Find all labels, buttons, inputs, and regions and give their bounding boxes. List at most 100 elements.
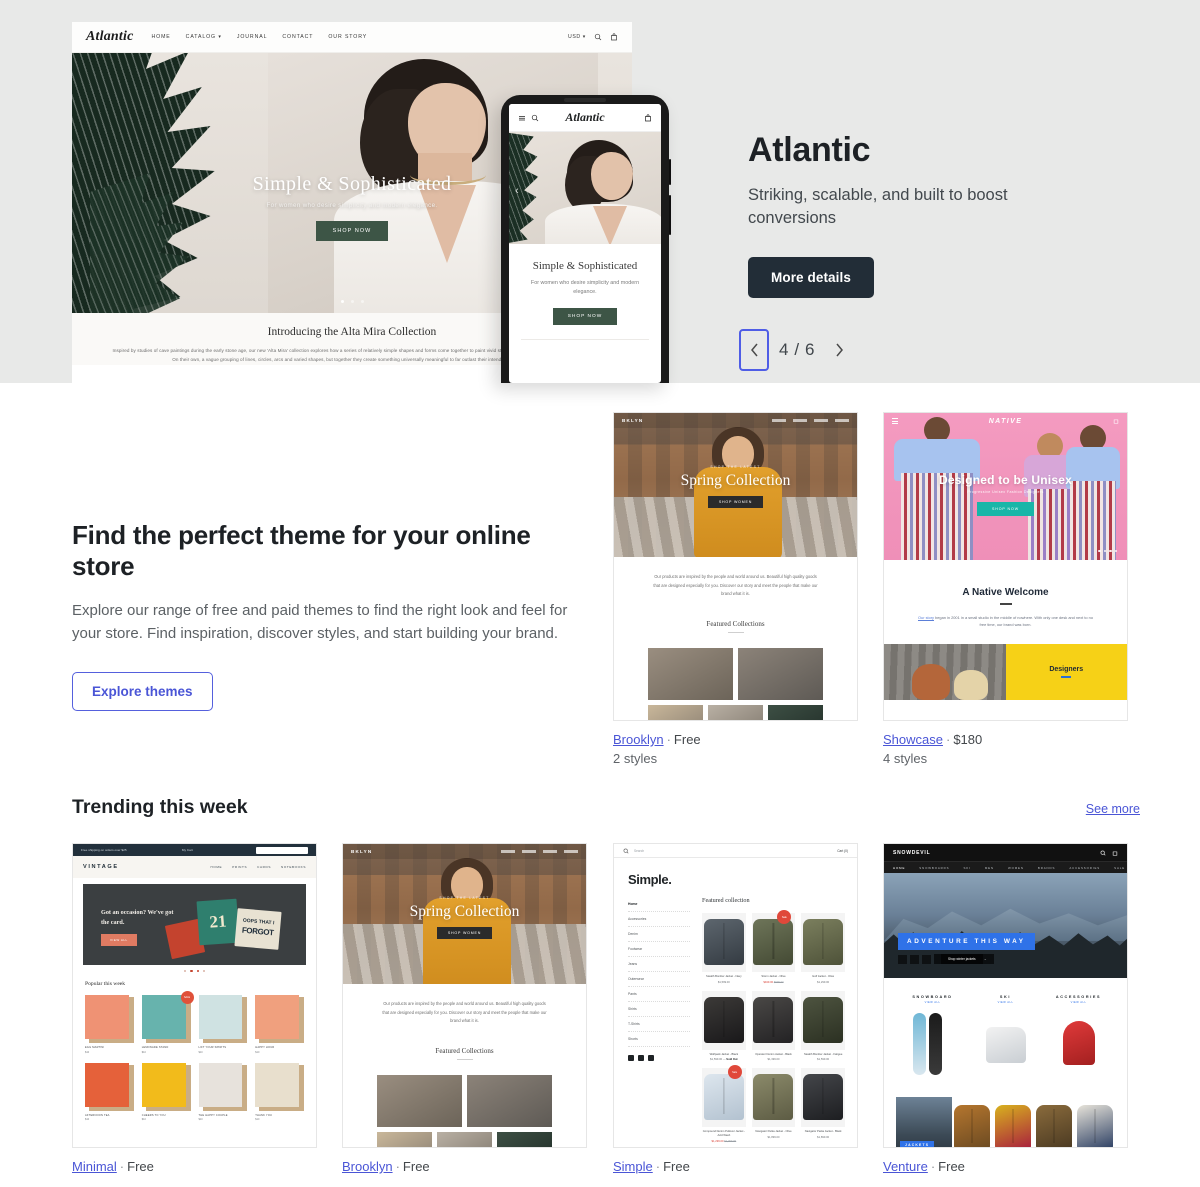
sp-product[interactable]: Operator Denim Jacket - Black $1,399.00 bbox=[751, 990, 796, 1061]
sp-nav-item[interactable]: Denim bbox=[628, 927, 690, 942]
theme-card-brooklyn[interactable]: BKLYN SHOP THE LATEST Spring Collection … bbox=[613, 412, 858, 766]
search-icon[interactable] bbox=[623, 848, 629, 854]
hamburger-icon[interactable] bbox=[518, 114, 526, 122]
vn-next-icon bbox=[922, 954, 931, 964]
sp-nav-item[interactable]: T-Shirts bbox=[628, 1017, 690, 1032]
slide-dot-3[interactable] bbox=[360, 300, 364, 303]
sp-social-icons[interactable] bbox=[628, 1055, 690, 1061]
search-icon[interactable] bbox=[531, 114, 539, 122]
theme-card-showcase[interactable]: NATIVE Designed to be Unisex Progressive… bbox=[883, 412, 1128, 766]
mn-product[interactable]: CHEERS TO YOU $10 bbox=[141, 1062, 191, 1121]
sp-nav-item[interactable]: Home bbox=[628, 897, 690, 912]
sp-product[interactable]: Navigator Parka Jacket - Olive $1,899.00 bbox=[751, 1068, 796, 1143]
theme-preview-brooklyn-trending[interactable]: BKLYN SHOP THE LATEST Spring Collection … bbox=[342, 843, 587, 1148]
explore-themes-button[interactable]: Explore themes bbox=[72, 671, 213, 711]
sp-product[interactable]: Wolfpack Jacket - Black $1,599.00 — Sold … bbox=[702, 990, 746, 1061]
sc-slide-dots[interactable] bbox=[1098, 549, 1117, 552]
theme-card-brooklyn-trending[interactable]: BKLYN SHOP THE LATEST Spring Collection … bbox=[342, 843, 587, 1174]
carousel-next-button[interactable] bbox=[825, 329, 853, 371]
theme-name-link-brooklyn-trending[interactable]: Brooklyn bbox=[342, 1159, 393, 1174]
vn-nav-item[interactable]: HOME bbox=[893, 866, 905, 870]
mn-slide-dots[interactable] bbox=[73, 970, 316, 973]
theme-preview-simple[interactable]: Search Cart (0) Simple. Home Accessories… bbox=[613, 843, 858, 1148]
mobile-shop-now-button[interactable]: SHOP NOW bbox=[552, 308, 618, 326]
vn-nav-item[interactable]: SALE bbox=[1114, 866, 1125, 870]
vn-jackets-promo[interactable]: JACKETS Shop now bbox=[896, 1097, 952, 1147]
vn-category[interactable]: SKI VIEW ALL bbox=[969, 995, 1042, 1075]
vn-category[interactable]: SNOWBOARD VIEW ALL bbox=[896, 995, 969, 1075]
sp-search-placeholder[interactable]: Search bbox=[634, 849, 644, 853]
vn-hero-controls[interactable]: Shop winter jackets → bbox=[898, 954, 994, 964]
slide-dot-2[interactable] bbox=[350, 300, 354, 303]
vn-nav-item[interactable]: BRANDS bbox=[1038, 866, 1055, 870]
vn-sub-cta[interactable]: Shop winter jackets → bbox=[934, 954, 994, 964]
vn-category[interactable]: ACCESSORIES VIEW ALL bbox=[1042, 995, 1115, 1075]
bk-navbar: BKLYN bbox=[614, 413, 857, 428]
sp-product[interactable]: Stealth Bomber Jacket - Navy $1,599.00 bbox=[702, 913, 746, 984]
vn-nav-item[interactable]: SKI bbox=[963, 866, 970, 870]
cart-icon[interactable] bbox=[644, 113, 652, 122]
theme-name-link-showcase[interactable]: Showcase bbox=[883, 732, 943, 747]
sp-product[interactable]: Stealth Bomber Jacket - Fatigue $1,599.00 bbox=[801, 990, 845, 1061]
vn-prev-icon bbox=[910, 954, 919, 964]
vn-nav-item[interactable]: SNOWBOARDS bbox=[919, 866, 949, 870]
theme-styles-brooklyn: 2 styles bbox=[613, 751, 658, 766]
sp-product[interactable]: Sale Compound Denim Pullover Jacket - Aci… bbox=[702, 1065, 746, 1143]
vn-nav-item[interactable]: WOMEN bbox=[1008, 866, 1024, 870]
mn-product[interactable]: LIFT YOUR SPIRITS $10 bbox=[198, 995, 248, 1054]
vn-product[interactable]: Dread JacketFrom $340 bbox=[993, 1097, 1034, 1147]
theme-name-link-venture[interactable]: Venture bbox=[883, 1159, 928, 1174]
bk-cta-button[interactable]: SHOP WOMEN bbox=[707, 496, 764, 508]
mn-product[interactable]: AFTERNOON TEA $10 bbox=[85, 1062, 134, 1121]
theme-card-simple[interactable]: Search Cart (0) Simple. Home Accessories… bbox=[613, 843, 858, 1174]
mn-product[interactable]: EGG MARTINI $10 bbox=[85, 995, 134, 1054]
cart-icon[interactable] bbox=[1112, 850, 1118, 856]
slide-dot-1[interactable] bbox=[340, 300, 344, 303]
mn-search-input[interactable] bbox=[256, 846, 308, 854]
vn-nav-item[interactable]: ACCESSORIES bbox=[1069, 866, 1100, 870]
more-details-button[interactable]: More details bbox=[748, 256, 874, 298]
sp-nav-item[interactable]: Accessories bbox=[628, 912, 690, 927]
sp-sale-badge-2: Sale bbox=[727, 1065, 742, 1080]
mn-cart[interactable]: My Cart bbox=[182, 848, 193, 852]
sp-nav-item[interactable]: Pants bbox=[628, 987, 690, 1002]
sp-product[interactable]: Sale Storm Jacket - Olive $949.00 $999.00 bbox=[751, 910, 796, 984]
theme-card-venture[interactable]: SNOWDEVIL HOME SNOWBOARDS SKI MEN WOMEN … bbox=[883, 843, 1128, 1174]
mn-product[interactable]: SALE LEMONADE STAND $10 bbox=[141, 991, 194, 1054]
sc-cta-button[interactable]: SHOP NOW bbox=[976, 502, 1035, 516]
mn-product[interactable]: THANK YOU $10 bbox=[255, 1062, 304, 1121]
search-icon[interactable] bbox=[1100, 850, 1106, 856]
theme-preview-minimal[interactable]: Free shipping on orders over $25 My Cart… bbox=[72, 843, 317, 1148]
preview-shop-now-button[interactable]: SHOP NOW bbox=[315, 221, 389, 241]
sp-nav-item[interactable]: Outerwear bbox=[628, 972, 690, 987]
bk2-cta-button[interactable]: SHOP WOMEN bbox=[436, 927, 493, 939]
vn-product[interactable]: Restricted Polo ExtSOLD OUT bbox=[1034, 1097, 1075, 1147]
vn-product[interactable]: Haze Varsity$250.00 bbox=[952, 1097, 993, 1147]
sc-designers-block[interactable]: Designers bbox=[1005, 644, 1127, 700]
sp-nav-item[interactable]: Shorts bbox=[628, 1032, 690, 1047]
preview-slide-dots[interactable] bbox=[72, 300, 632, 303]
theme-name-link-minimal[interactable]: Minimal bbox=[72, 1159, 117, 1174]
see-more-link[interactable]: See more bbox=[1086, 802, 1140, 816]
vn-product[interactable]: Lift$124.00 bbox=[1074, 1097, 1115, 1147]
vn-hero: ADVENTURE THIS WAY Shop winter jackets → bbox=[884, 873, 1127, 978]
mn-product[interactable]: HAPPY HOUR $10 bbox=[255, 995, 304, 1054]
vn-nav-item[interactable]: MEN bbox=[985, 866, 994, 870]
theme-preview-showcase[interactable]: NATIVE Designed to be Unisex Progressive… bbox=[883, 412, 1128, 721]
theme-preview-venture[interactable]: SNOWDEVIL HOME SNOWBOARDS SKI MEN WOMEN … bbox=[883, 843, 1128, 1148]
sp-nav-item[interactable]: Shirts bbox=[628, 1002, 690, 1017]
theme-meta-brooklyn-trending: Brooklyn · Free bbox=[342, 1159, 430, 1174]
mn-hero-cta[interactable]: VIEW ALL bbox=[101, 934, 137, 946]
sp-product[interactable]: Navigator Parka Jacket - Black $1,899.00 bbox=[801, 1068, 845, 1143]
mn-product[interactable]: THE HAPPY COUPLE $10 bbox=[198, 1062, 248, 1121]
theme-preview-brooklyn[interactable]: BKLYN SHOP THE LATEST Spring Collection … bbox=[613, 412, 858, 721]
sp-nav-item[interactable]: Footwear bbox=[628, 942, 690, 957]
sp-nav-item[interactable]: Jeans bbox=[628, 957, 690, 972]
sp-product[interactable]: Gulf Jacket - Olive $1,299.00 bbox=[801, 913, 845, 984]
carousel-prev-button[interactable] bbox=[739, 329, 769, 371]
theme-name-link-brooklyn[interactable]: Brooklyn bbox=[613, 732, 664, 747]
theme-name-link-simple[interactable]: Simple bbox=[613, 1159, 653, 1174]
sc-welcome-link[interactable]: Our story bbox=[918, 615, 934, 620]
theme-card-minimal[interactable]: Free shipping on orders over $25 My Cart… bbox=[72, 843, 317, 1174]
sp-cart[interactable]: Cart (0) bbox=[837, 849, 848, 853]
